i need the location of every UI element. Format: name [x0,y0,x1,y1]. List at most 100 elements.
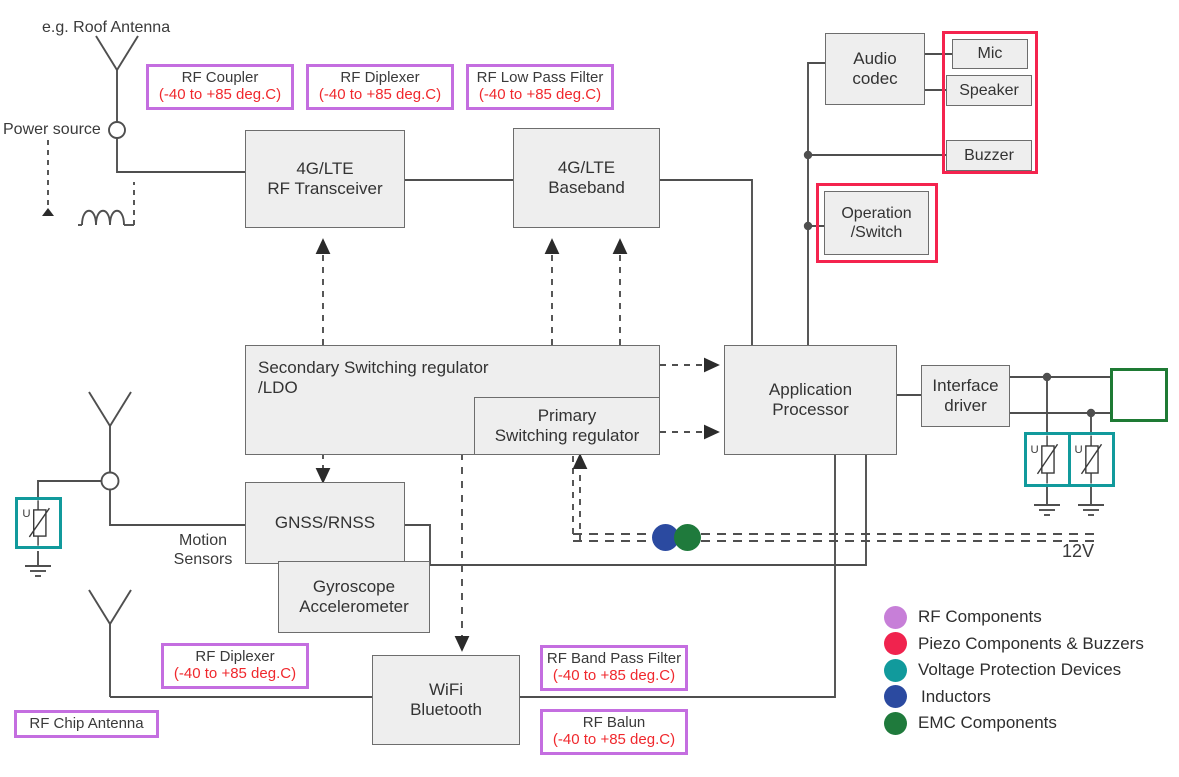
audio-codec-line1: Audio [853,48,897,68]
operation-switch-line1: Operation [841,204,912,222]
voltage-protection-group-line1: U [1024,432,1071,487]
block-application-processor[interactable]: Application Processor [724,345,897,455]
block-mic[interactable]: Mic [952,39,1028,69]
block-speaker[interactable]: Speaker [946,75,1032,106]
label-power-source: Power source [3,121,101,138]
mic-label: Mic [977,45,1003,63]
legend-swatch-piezo-components-buzzers [884,632,907,656]
audio-codec-line2: codec [852,69,898,88]
block-wifi-bluetooth[interactable]: WiFi Bluetooth [372,655,520,745]
block-interface-driver[interactable]: Interface driver [921,365,1010,427]
application-processor-line1: Application [768,379,853,399]
wire-baseband-to-ap [660,179,753,345]
wire-gyro-to-ap [430,455,867,566]
primary-regulator-line2: Switching regulator [494,426,640,445]
svg-text:U: U [1074,444,1082,456]
callout-rf-band-pass-filter: RF Band Pass Filter (-40 to +85 deg.C) [540,645,688,691]
ground-symbol-right-1 [1034,504,1060,516]
inductor-coil-symbol [78,209,134,226]
label-roof-antenna: e.g. Roof Antenna [42,19,171,36]
block-diagram-canvas: 4G/LTE RF Transceiver 4G/LTE Baseband Au… [0,0,1179,777]
rf-balun-range: (-40 to +85 deg.C) [552,731,676,748]
svg-text:U: U [1030,444,1038,456]
rf-balun-title: RF Balun [582,714,646,732]
block-audio-codec[interactable]: Audio codec [825,33,925,105]
rf-transceiver-line2: RF Transceiver [267,179,383,198]
label-motion-sensors-line1: Motion [178,532,228,549]
rf-band-pass-filter-title: RF Band Pass Filter [546,650,682,668]
power-source-node [108,121,126,139]
rf-diplexer-bottom-range: (-40 to +85 deg.C) [173,665,297,682]
legend-swatch-inductors [884,685,907,709]
legend-item-emc-components: EMC Components [884,710,1174,737]
wire-antenna-to-transceiver [116,138,245,173]
wire-gnss-ant-to-gnss-block [109,490,245,526]
application-processor-line2: Processor [772,400,849,419]
voltage-protection-group-line2: U [1068,432,1115,487]
block-baseband[interactable]: 4G/LTE Baseband [513,128,660,228]
label-12v: 12V [1062,541,1095,561]
block-gyroscope[interactable]: Gyroscope Accelerometer [278,561,430,633]
rf-transceiver-line1: 4G/LTE [296,158,354,178]
legend-item-piezo-components-buzzers: Piezo Components & Buzzers [884,631,1174,658]
svg-text:U: U [22,508,30,520]
callout-rf-low-pass-filter: RF Low Pass Filter (-40 to +85 deg.C) [466,64,614,110]
varistor-line1-icon: U [1030,435,1059,484]
callout-rf-balun: RF Balun (-40 to +85 deg.C) [540,709,688,755]
legend-swatch-emc-components [884,711,907,735]
varistor-line2-icon: U [1074,435,1103,484]
legend: RF Components Piezo Components & Buzzers… [884,604,1174,737]
gyroscope-line1: Gyroscope [312,576,396,596]
legend-item-rf-components: RF Components [884,604,1174,631]
legend-label-emc-components: EMC Components [918,713,1057,733]
varistor-gnss-icon: U [22,500,50,546]
buzzer-label: Buzzer [964,146,1014,164]
callout-rf-chip-antenna: RF Chip Antenna [14,710,159,738]
legend-label-inductors: Inductors [921,686,991,706]
rf-low-pass-filter-title: RF Low Pass Filter [476,69,604,87]
label-motion-sensors-line2: Sensors [173,551,233,568]
rf-coupler-range: (-40 to +85 deg.C) [158,86,282,103]
wire-gnss-to-gyro [405,524,431,565]
junction-dot-buzzer [803,150,813,160]
emc-dot [674,524,701,551]
secondary-regulator-line1: Secondary Switching regulator [258,358,489,377]
legend-swatch-rf-components [884,605,907,629]
interface-driver-line2: driver [944,396,987,415]
antenna-roof-symbol [95,35,139,125]
antenna-gnss-symbol [88,391,132,472]
legend-label-voltage-protection: Voltage Protection Devices [918,660,1122,680]
block-primary-regulator[interactable]: Primary Switching regulator [474,397,660,455]
callout-rf-coupler: RF Coupler (-40 to +85 deg.C) [146,64,294,110]
block-rf-transceiver[interactable]: 4G/LTE RF Transceiver [245,130,405,228]
secondary-regulator-line2: /LDO [258,378,298,398]
operation-switch-line2: /Switch [850,224,903,241]
legend-label-rf-components: RF Components [918,607,1042,627]
legend-item-inductors: Inductors [884,684,1174,711]
ground-symbol-left [25,565,51,577]
gnss-antenna-node [100,471,120,491]
gnss-rnss-label: GNSS/RNSS [274,512,376,532]
block-gnss-rnss[interactable]: GNSS/RNSS [245,482,405,564]
antenna-chip-symbol [88,589,132,697]
rf-chip-antenna-title: RF Chip Antenna [29,714,144,732]
legend-label-piezo-components-buzzers: Piezo Components & Buzzers [918,633,1144,653]
block-buzzer[interactable]: Buzzer [946,140,1032,171]
rf-diplexer-top-range: (-40 to +85 deg.C) [318,86,442,103]
emc-group-common-mode-choke [1110,368,1168,422]
callout-rf-diplexer-bottom: RF Diplexer (-40 to +85 deg.C) [161,643,309,689]
speaker-label: Speaker [959,81,1019,99]
rf-low-pass-filter-range: (-40 to +85 deg.C) [478,86,602,103]
legend-swatch-voltage-protection [884,658,907,682]
rf-diplexer-bottom-title: RF Diplexer [195,648,275,666]
rf-diplexer-top-title: RF Diplexer [340,69,420,87]
baseband-line1: 4G/LTE [557,157,616,177]
rf-band-pass-filter-range: (-40 to +85 deg.C) [552,667,676,684]
block-operation-switch[interactable]: Operation /Switch [824,191,929,255]
callout-rf-diplexer-top: RF Diplexer (-40 to +85 deg.C) [306,64,454,110]
rf-coupler-title: RF Coupler [181,69,259,87]
ground-symbol-right-2 [1078,504,1104,516]
baseband-line2: Baseband [548,178,625,197]
junction-dot-switch [803,221,813,231]
primary-regulator-line1: Primary [537,405,597,425]
